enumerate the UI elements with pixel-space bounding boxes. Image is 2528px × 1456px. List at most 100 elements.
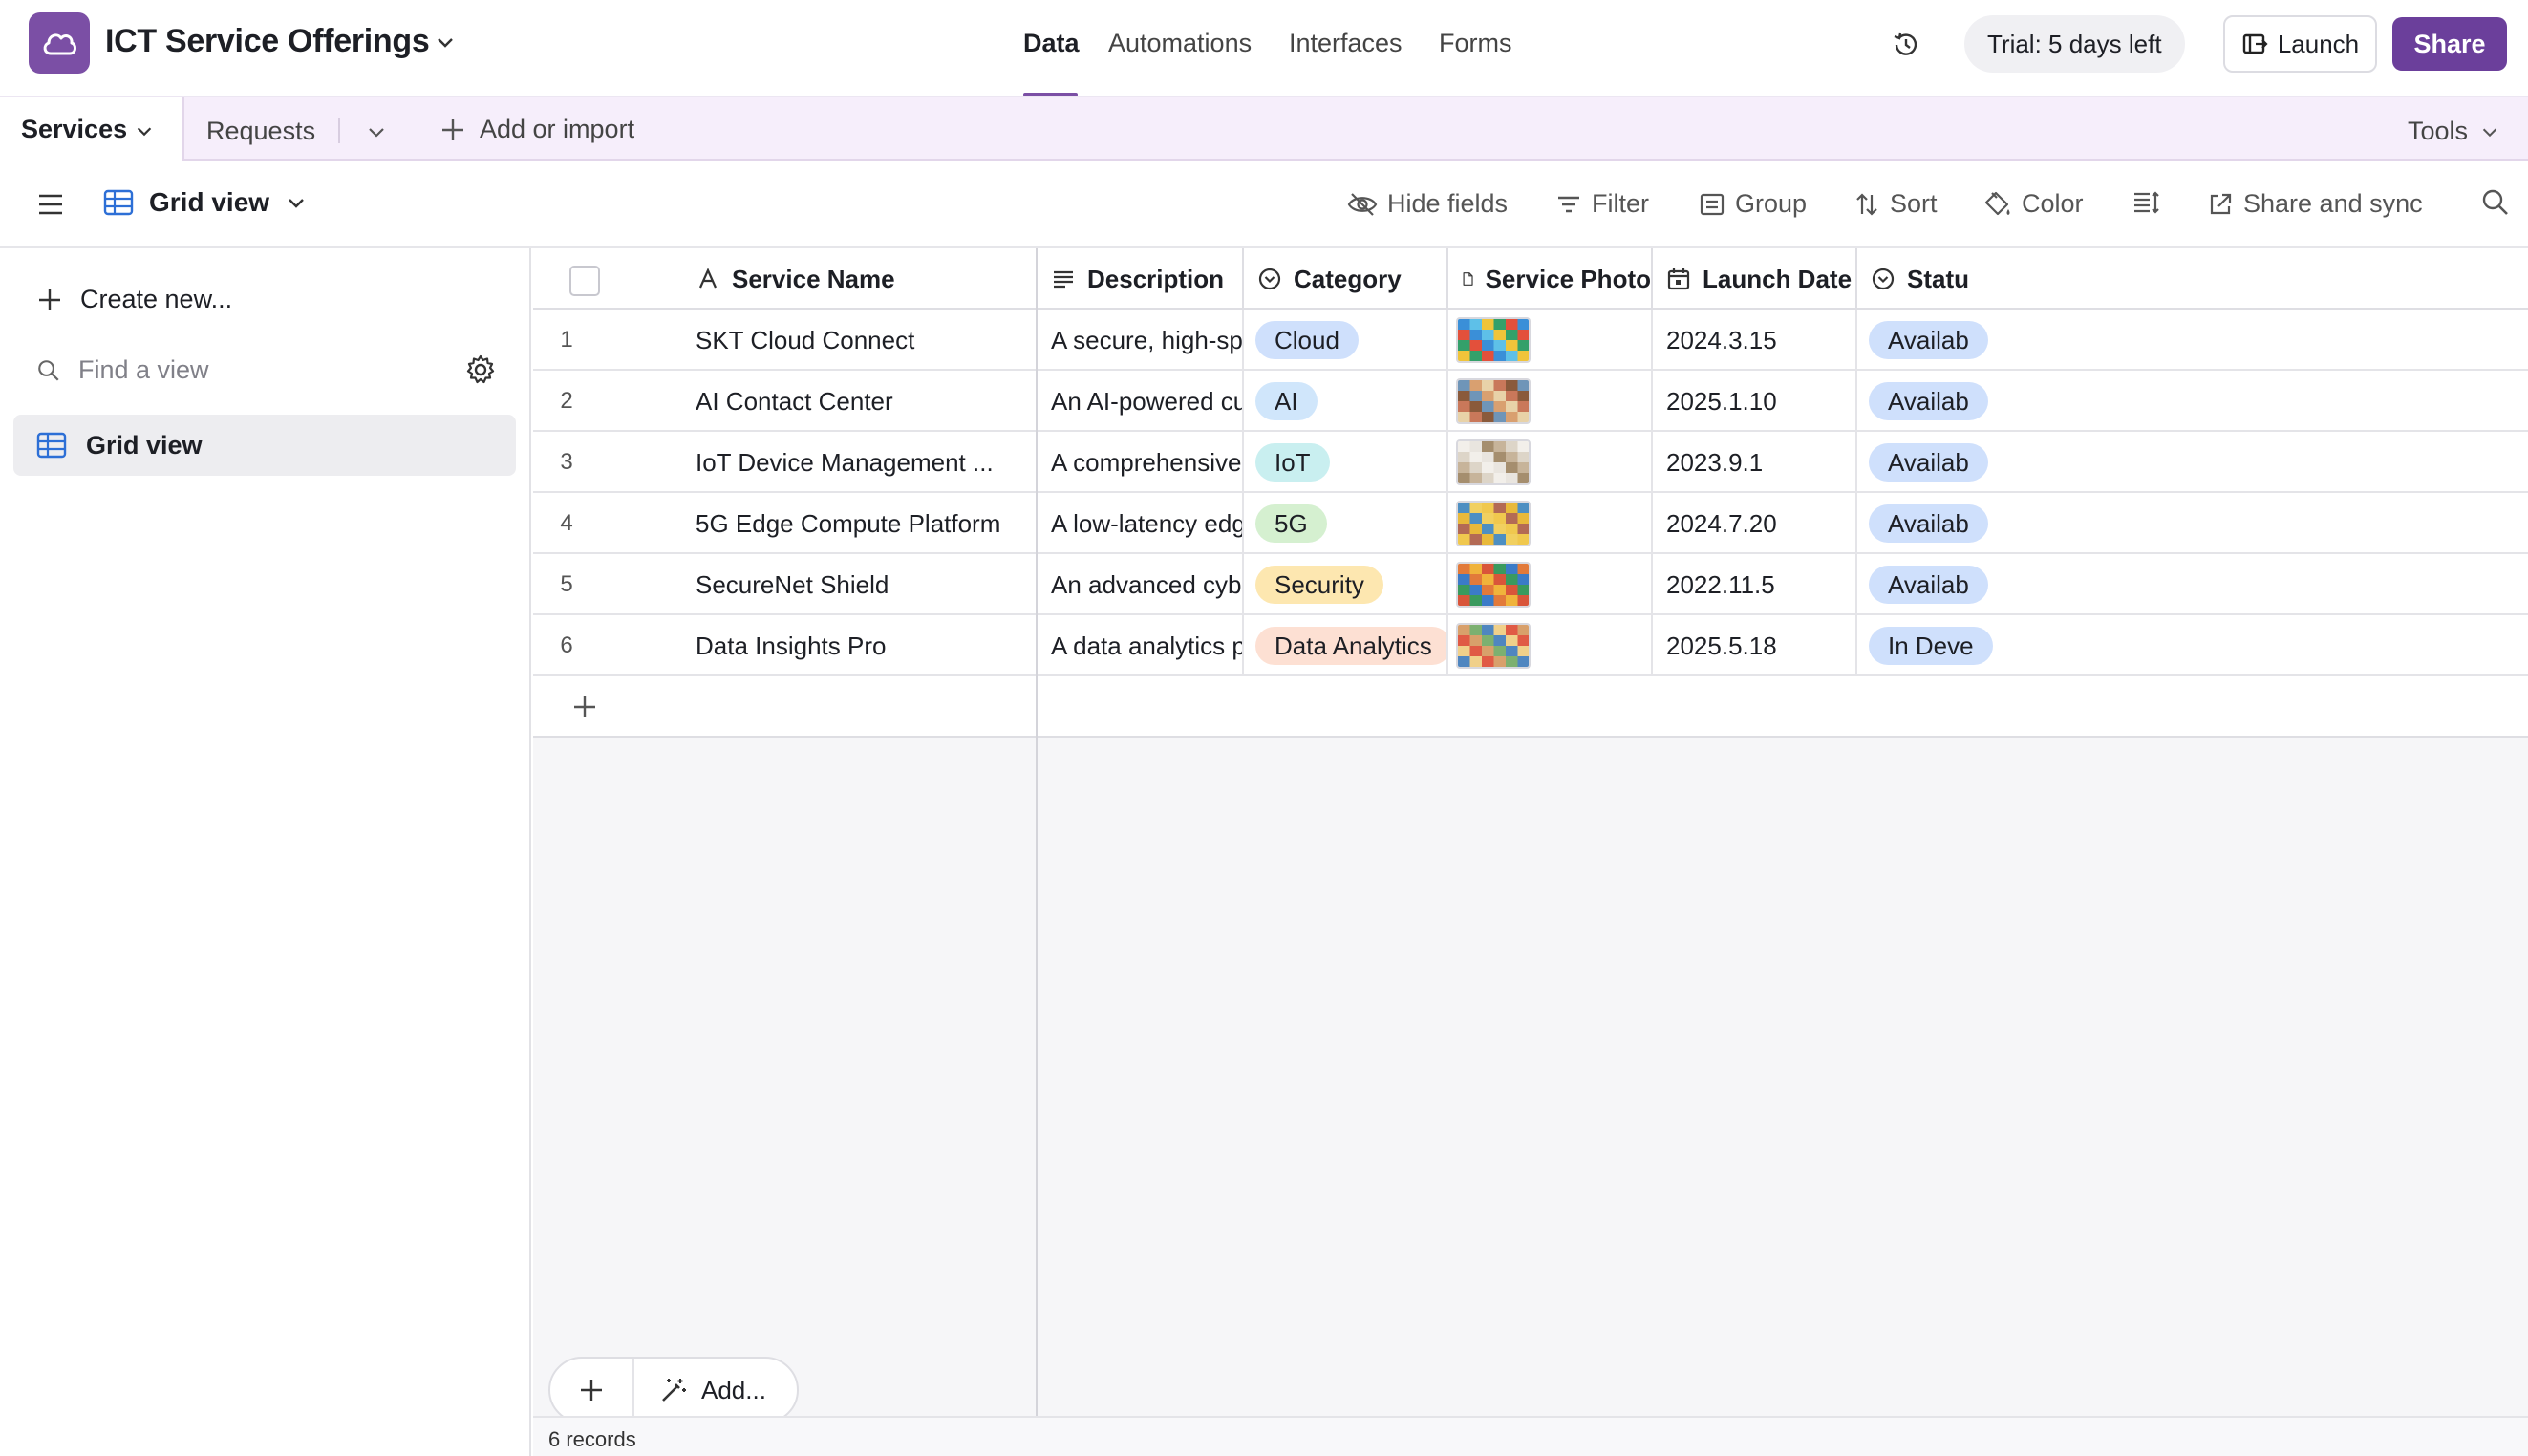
grid-footer: 6 records — [533, 1416, 2528, 1456]
chevron-down-icon[interactable] — [134, 120, 155, 141]
cell-launch-date[interactable]: 2022.11.5 — [1653, 554, 1857, 615]
hamburger-menu-icon[interactable] — [36, 191, 65, 218]
status-tag: Availab — [1869, 321, 1988, 359]
nav-forms[interactable]: Forms — [1439, 29, 1512, 58]
app-header: ICT Service Offerings Data Automations I… — [0, 0, 2528, 97]
bottom-add-controls: Add... — [548, 1357, 799, 1424]
chevron-down-icon[interactable] — [434, 31, 457, 54]
cell-service-photo[interactable] — [1448, 493, 1653, 554]
column-header-description[interactable]: Description — [1038, 248, 1244, 310]
table-row[interactable]: 5 SecureNet ShieldAn advanced cybersecuri… — [533, 554, 2528, 615]
create-new-view-button[interactable]: Create new... — [36, 285, 232, 314]
cell-description[interactable]: A secure, high-speed clo... — [1038, 310, 1244, 371]
cell-category[interactable]: Security — [1244, 554, 1448, 615]
table-row[interactable]: 2 AI Contact CenterAn AI-powered customer… — [533, 371, 2528, 432]
cell-service-name[interactable]: SecureNet Shield — [682, 554, 1038, 615]
cell-service-photo[interactable] — [1448, 554, 1653, 615]
cell-category[interactable]: IoT — [1244, 432, 1448, 493]
photo-thumbnail[interactable] — [1456, 562, 1531, 608]
cell-description[interactable]: A low-latency edge comp... — [1038, 493, 1244, 554]
cell-status[interactable]: Availab — [1857, 310, 2528, 371]
cell-description[interactable]: An AI-powered customer ... — [1038, 371, 1244, 432]
share-and-sync-label: Share and sync — [2243, 189, 2423, 218]
cell-status[interactable]: Availab — [1857, 371, 2528, 432]
search-icon — [38, 359, 59, 381]
cell-status[interactable]: In Deve — [1857, 615, 2528, 676]
cell-description[interactable]: A data analytics platform ... — [1038, 615, 1244, 676]
cell-category[interactable]: Data Analytics — [1244, 615, 1448, 676]
base-title[interactable]: ICT Service Offerings — [105, 23, 430, 60]
photo-thumbnail[interactable] — [1456, 378, 1531, 424]
cell-status[interactable]: Availab — [1857, 432, 2528, 493]
chevron-down-icon[interactable] — [365, 120, 388, 143]
category-tag: 5G — [1255, 504, 1327, 543]
base-logo-icon[interactable] — [29, 12, 90, 74]
cell-category[interactable]: AI — [1244, 371, 1448, 432]
table-row[interactable]: 1 SKT Cloud ConnectA secure, high-speed c… — [533, 310, 2528, 371]
cell-service-photo[interactable] — [1448, 615, 1653, 676]
cell-launch-date[interactable]: 2025.1.10 — [1653, 371, 1857, 432]
cell-service-photo[interactable] — [1448, 310, 1653, 371]
photo-thumbnail[interactable] — [1456, 623, 1531, 669]
cell-status[interactable]: Availab — [1857, 493, 2528, 554]
cell-service-name[interactable]: 5G Edge Compute Platform — [682, 493, 1038, 554]
cell-service-name[interactable]: Data Insights Pro — [682, 615, 1038, 676]
nav-automations[interactable]: Automations — [1108, 29, 1252, 58]
table-row[interactable]: 4 5G Edge Compute Platform A low-latency e… — [533, 493, 2528, 554]
create-new-label: Create new... — [80, 285, 233, 313]
launch-button[interactable]: Launch — [2223, 15, 2377, 73]
column-header-category[interactable]: Category — [1244, 248, 1448, 310]
select-all-checkbox[interactable] — [569, 266, 600, 296]
share-and-sync-button[interactable]: Share and sync — [2207, 189, 2423, 219]
column-header-service-name[interactable]: Service Name — [696, 248, 1038, 310]
trial-badge[interactable]: Trial: 5 days left — [1964, 15, 2185, 73]
filter-button[interactable]: Filter — [1555, 189, 1649, 219]
chevron-down-icon — [289, 199, 304, 208]
cell-launch-date[interactable]: 2023.9.1 — [1653, 432, 1857, 493]
view-switcher[interactable]: Grid view — [103, 187, 308, 218]
add-record-row[interactable] — [533, 676, 2528, 738]
status-tag: Availab — [1869, 504, 1988, 543]
tools-menu[interactable]: Tools — [2408, 117, 2500, 146]
nav-interfaces[interactable]: Interfaces — [1289, 29, 1403, 58]
table-row[interactable]: 3 IoT Device Management ... A comprehensiv… — [533, 432, 2528, 493]
add-or-import-button[interactable]: Add or import — [439, 115, 634, 144]
color-button[interactable]: Color — [1983, 189, 2084, 219]
tab-services[interactable]: Services — [0, 97, 184, 161]
row-height-button[interactable] — [2132, 189, 2161, 216]
grid-view-icon — [36, 432, 67, 459]
gear-icon[interactable] — [464, 353, 497, 386]
cell-status[interactable]: Availab — [1857, 554, 2528, 615]
cell-launch-date[interactable]: 2024.7.20 — [1653, 493, 1857, 554]
photo-thumbnail[interactable] — [1456, 501, 1531, 546]
cell-description[interactable]: An advanced cybersecuri... — [1038, 554, 1244, 615]
cell-category[interactable]: Cloud — [1244, 310, 1448, 371]
column-header-status[interactable]: Statu — [1857, 248, 2067, 310]
hide-fields-button[interactable]: Hide fields — [1347, 189, 1508, 219]
cell-launch-date[interactable]: 2024.3.15 — [1653, 310, 1857, 371]
photo-thumbnail[interactable] — [1456, 317, 1531, 363]
add-with-ai-button[interactable]: Add... — [634, 1359, 797, 1422]
cell-service-name[interactable]: IoT Device Management ... — [682, 432, 1038, 493]
share-button[interactable]: Share — [2392, 17, 2507, 71]
find-view-input[interactable] — [78, 355, 422, 385]
nav-data[interactable]: Data — [1023, 29, 1080, 58]
cell-category[interactable]: 5G — [1244, 493, 1448, 554]
photo-thumbnail[interactable] — [1456, 439, 1531, 485]
sort-button[interactable]: Sort — [1853, 189, 1938, 219]
tab-requests[interactable]: Requests — [206, 117, 315, 146]
cell-launch-date[interactable]: 2025.5.18 — [1653, 615, 1857, 676]
search-icon[interactable] — [2480, 187, 2511, 218]
group-button[interactable]: Group — [1699, 189, 1807, 219]
cell-description[interactable]: A comprehensive platfor... — [1038, 432, 1244, 493]
column-header-launch-date[interactable]: Launch Date — [1653, 248, 1857, 310]
sidebar-item-grid-view[interactable]: Grid view — [13, 415, 516, 476]
table-row[interactable]: 6 Data Insights ProA data analytics platf… — [533, 615, 2528, 676]
history-icon[interactable] — [1890, 29, 1922, 61]
cell-service-photo[interactable] — [1448, 371, 1653, 432]
cell-service-name[interactable]: SKT Cloud Connect — [682, 310, 1038, 371]
cell-service-name[interactable]: AI Contact Center — [682, 371, 1038, 432]
add-record-button[interactable] — [550, 1359, 634, 1422]
column-header-service-photo[interactable]: Service Photo — [1448, 248, 1653, 310]
cell-service-photo[interactable] — [1448, 432, 1653, 493]
